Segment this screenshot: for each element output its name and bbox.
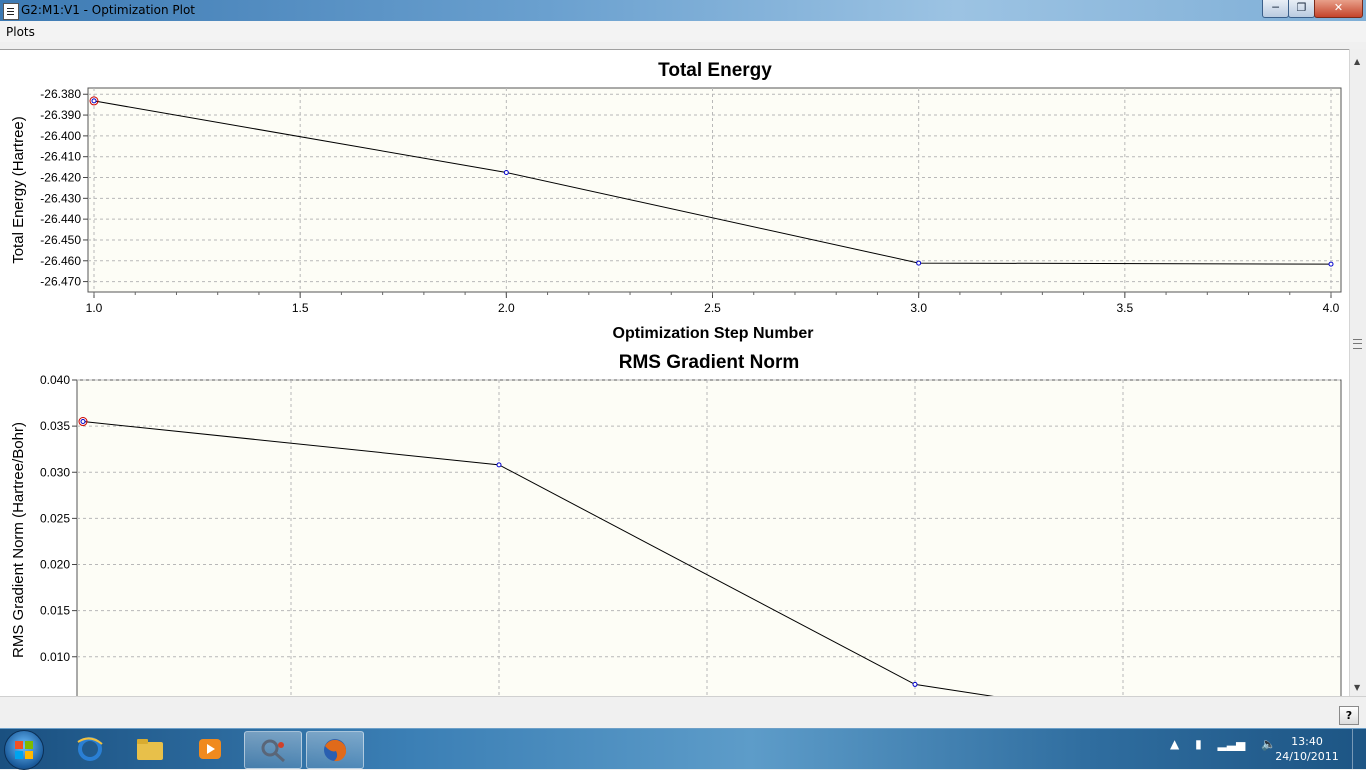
- chart1-x-tick-label: 2.0: [498, 301, 515, 315]
- window-title: G2:M1:V1 - Optimization Plot: [21, 3, 196, 17]
- taskbar: ▲ ▮ ▂▃▅ 🔈 13:40 24/10/2011: [0, 728, 1366, 770]
- taskbar-item-explorer[interactable]: [122, 731, 178, 767]
- gaussview-icon: [261, 739, 285, 763]
- show-desktop-button[interactable]: [1352, 729, 1366, 769]
- media-player-icon: [199, 739, 221, 759]
- chart2-y-tick-label: 0.020: [40, 558, 70, 572]
- chart1-x-tick-label: 2.5: [704, 301, 721, 315]
- scroll-grip-icon[interactable]: [1353, 339, 1362, 349]
- chart2-y-tick-label: 0.030: [40, 465, 70, 479]
- battery-icon[interactable]: ▮: [1195, 737, 1202, 751]
- network-signal-icon[interactable]: ▂▃▅: [1218, 737, 1246, 751]
- menu-plots[interactable]: Plots: [6, 25, 35, 39]
- chart1-y-tick-label: -26.380: [40, 87, 81, 101]
- chart2-y-tick-label: 0.025: [40, 511, 70, 525]
- system-tray: ▲ ▮ ▂▃▅ 🔈: [1170, 737, 1288, 751]
- clock-date: 24/10/2011: [1275, 750, 1339, 763]
- vertical-scrollbar[interactable]: ▲ ▼: [1349, 49, 1366, 696]
- chart2-data-point: [496, 462, 502, 468]
- chart1-y-tick-label: -26.450: [40, 233, 81, 247]
- windows-logo-icon: [15, 741, 33, 759]
- chart2-title: RMS Gradient Norm: [619, 352, 800, 373]
- chart1-data-point: [1328, 261, 1334, 267]
- taskbar-item-ie[interactable]: [62, 731, 118, 767]
- chart1-title: Total Energy: [658, 60, 772, 81]
- chart1-x-tick-label: 3.5: [1116, 301, 1133, 315]
- chart2-y-tick-label: 0.040: [40, 373, 70, 387]
- taskbar-item-media-player[interactable]: [182, 731, 238, 767]
- chart1-y-tick-label: -26.470: [40, 275, 81, 289]
- folder-icon: [137, 739, 163, 760]
- chart1-plot-frame: [87, 87, 1342, 293]
- close-button[interactable]: ✕: [1314, 0, 1363, 18]
- chart2-data-point: [912, 681, 918, 687]
- help-button[interactable]: ?: [1339, 706, 1359, 725]
- chart1-y-tick-label: -26.440: [40, 212, 81, 226]
- scroll-up-icon[interactable]: ▲: [1354, 57, 1360, 66]
- window-title-bar[interactable]: G2:M1:V1 - Optimization Plot ─ ❐ ✕: [0, 0, 1366, 21]
- total-energy-chart: Total Energy 1.0 1.5 2.0 2.5 3.0 3.5 4.0 -26.380…: [10, 60, 1342, 342]
- chart1-data-point: [916, 260, 922, 266]
- scroll-down-icon[interactable]: ▼: [1354, 683, 1360, 692]
- menu-bar: Plots: [0, 21, 1366, 42]
- chart2-data-point: [80, 419, 86, 425]
- clock-time: 13:40: [1291, 735, 1323, 748]
- taskbar-item-gaussview[interactable]: [244, 731, 302, 769]
- chart1-data-point: [91, 98, 97, 104]
- chart1-y-axis-label: Total Energy (Hartree): [10, 116, 27, 264]
- start-button[interactable]: [4, 730, 44, 770]
- chart1-x-tick-label: 3.0: [910, 301, 927, 315]
- chart2-y-tick-label: 0.015: [40, 604, 70, 618]
- tray-expand-icon[interactable]: ▲: [1170, 737, 1179, 751]
- chart1-y-tick-label: -26.400: [40, 129, 81, 143]
- plot-area: Total Energy 1.0 1.5 2.0 2.5 3.0 3.5 4.0 -26.380…: [0, 49, 1349, 697]
- chart1-x-tick-label: 1.0: [86, 301, 103, 315]
- internet-explorer-icon: [77, 737, 103, 761]
- chart1-y-tick-label: -26.430: [40, 191, 81, 205]
- app-icon[interactable]: [3, 3, 19, 20]
- chart1-y-tick-label: -26.420: [40, 171, 81, 185]
- clock[interactable]: 13:40 24/10/2011: [1272, 734, 1342, 764]
- rms-gradient-chart: RMS Gradient Norm 0.040 0.035 0.030 0.025 0.0…: [10, 352, 1342, 697]
- chart1-y-tick-label: -26.410: [40, 150, 81, 164]
- chart1-x-tick-label: 4.0: [1323, 301, 1340, 315]
- chart1-data-point: [503, 170, 509, 176]
- chart1-x-axis-label: Optimization Step Number: [613, 325, 814, 342]
- chart2-y-tick-label: 0.035: [40, 419, 70, 433]
- chart2-y-tick-label: 0.010: [40, 650, 70, 664]
- firefox-icon: [324, 739, 347, 762]
- maximize-button[interactable]: ❐: [1288, 0, 1315, 18]
- chart2-plot-frame: [76, 379, 1342, 697]
- status-strip: ?: [0, 696, 1366, 729]
- chart1-y-tick-label: -26.390: [40, 108, 81, 122]
- chart1-y-tick-label: -26.460: [40, 254, 81, 268]
- minimize-button[interactable]: ─: [1262, 0, 1289, 18]
- taskbar-item-firefox[interactable]: [306, 731, 364, 769]
- chart2-y-axis-label: RMS Gradient Norm (Hartree/Bohr): [10, 422, 27, 658]
- chart1-x-tick-label: 1.5: [292, 301, 309, 315]
